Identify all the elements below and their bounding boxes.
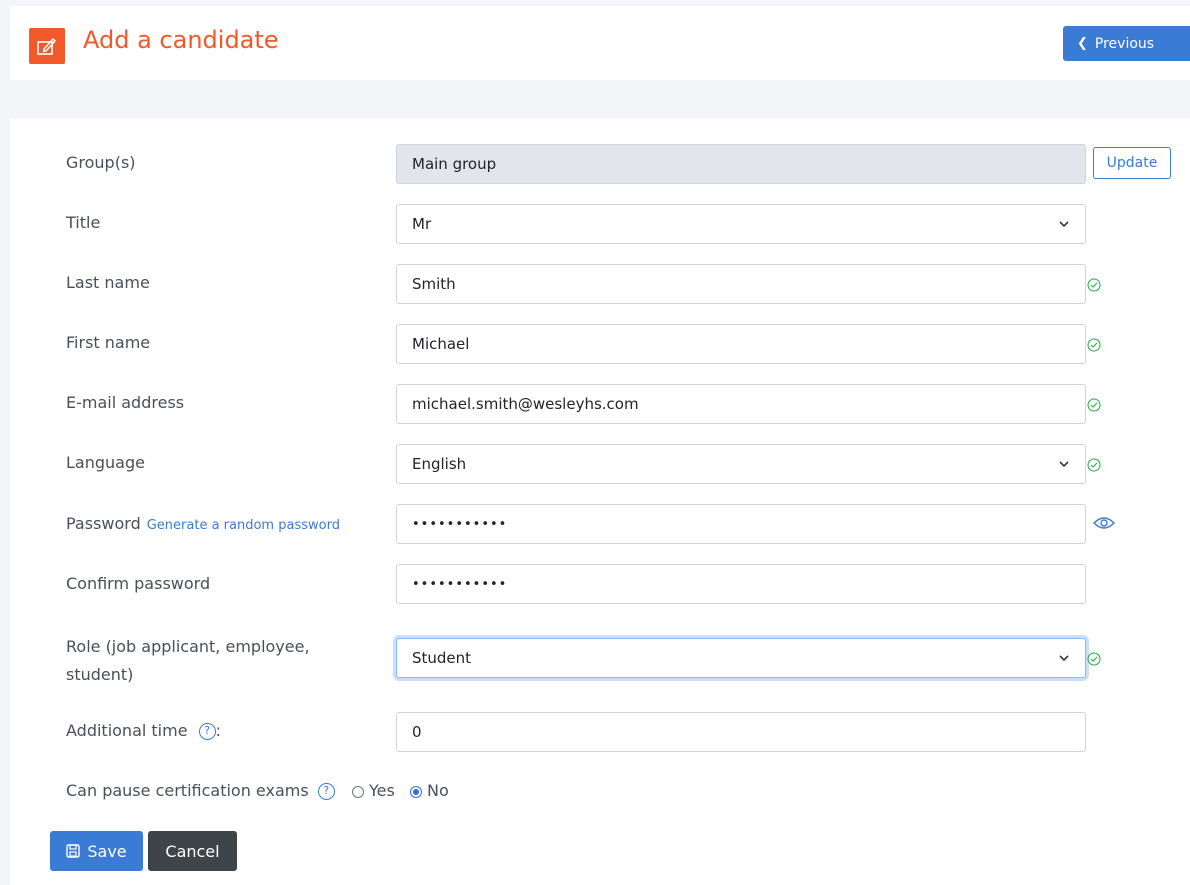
- chevron-down-icon: [1059, 655, 1069, 662]
- radio-yes[interactable]: [351, 785, 364, 798]
- page-title: Add a candidate: [83, 26, 279, 54]
- can-pause-row: Can pause certification exams ? Yes No: [66, 781, 449, 800]
- first-name-label: First name: [66, 333, 151, 352]
- valid-check-icon: [1087, 338, 1101, 352]
- help-icon[interactable]: ?: [317, 783, 335, 800]
- role-select[interactable]: Student: [396, 638, 1086, 678]
- role-label-line1: Role (job applicant, employee,: [66, 637, 310, 656]
- language-label: Language: [66, 453, 145, 472]
- role-label: Role (job applicant, employee, student): [66, 633, 310, 689]
- email-value: michael.smith@wesleyhs.com: [412, 395, 639, 413]
- additional-time-label-row: Additional time ?:: [66, 721, 221, 740]
- valid-check-icon: [1087, 652, 1101, 666]
- first-name-input[interactable]: Michael: [396, 324, 1086, 364]
- groups-field: Main group: [396, 144, 1086, 184]
- password-label: Password: [66, 514, 141, 533]
- title-label: Title: [66, 213, 101, 232]
- groups-label: Group(s): [66, 153, 136, 172]
- chevron-down-icon: [1059, 221, 1069, 228]
- last-name-value: Smith: [412, 275, 456, 293]
- chevron-down-icon: [1059, 461, 1069, 468]
- edit-icon: [29, 28, 65, 64]
- confirm-password-label: Confirm password: [66, 574, 211, 593]
- additional-time-label: Additional time: [66, 721, 188, 740]
- additional-time-value: 0: [412, 723, 422, 741]
- additional-time-input[interactable]: 0: [396, 712, 1086, 752]
- valid-check-icon: [1087, 458, 1101, 472]
- language-value: English: [412, 455, 467, 473]
- help-icon[interactable]: ?: [198, 723, 216, 740]
- email-label: E-mail address: [66, 393, 185, 412]
- chevron-left-icon: ❮: [1077, 36, 1088, 51]
- email-field[interactable]: michael.smith@wesleyhs.com: [396, 384, 1086, 424]
- save-icon: [66, 844, 81, 858]
- valid-check-icon: [1087, 278, 1101, 292]
- title-value: Mr: [412, 215, 432, 233]
- language-select[interactable]: English: [396, 444, 1086, 484]
- update-groups-button[interactable]: Update: [1093, 147, 1171, 179]
- last-name-input[interactable]: Smith: [396, 264, 1086, 304]
- radio-yes-label[interactable]: Yes: [369, 781, 395, 800]
- valid-check-icon: [1087, 398, 1101, 412]
- eye-icon[interactable]: [1093, 515, 1115, 531]
- generate-password-link[interactable]: Generate a random password: [147, 518, 340, 533]
- first-name-value: Michael: [412, 335, 470, 353]
- groups-value: Main group: [412, 155, 497, 173]
- radio-no-label[interactable]: No: [427, 781, 449, 800]
- save-label: Save: [87, 841, 127, 861]
- save-button[interactable]: Save: [50, 831, 143, 871]
- confirm-password-value: •••••••••••: [412, 576, 508, 592]
- last-name-label: Last name: [66, 273, 150, 292]
- can-pause-label: Can pause certification exams: [66, 781, 309, 800]
- previous-button[interactable]: ❮ Previous: [1063, 26, 1190, 61]
- title-select[interactable]: Mr: [396, 204, 1086, 244]
- password-value: •••••••••••: [412, 516, 508, 532]
- previous-label: Previous: [1094, 35, 1155, 52]
- additional-time-suffix: :: [215, 721, 222, 740]
- password-label-row: Password Generate a random password: [66, 514, 340, 533]
- confirm-password-input[interactable]: •••••••••••: [396, 564, 1086, 604]
- role-label-line2: student): [66, 665, 134, 684]
- password-input[interactable]: •••••••••••: [396, 504, 1086, 544]
- cancel-button[interactable]: Cancel: [148, 831, 237, 871]
- page-header: Add a candidate ❮ Previous: [10, 6, 1190, 80]
- role-value: Student: [412, 649, 472, 667]
- radio-no[interactable]: [409, 785, 422, 798]
